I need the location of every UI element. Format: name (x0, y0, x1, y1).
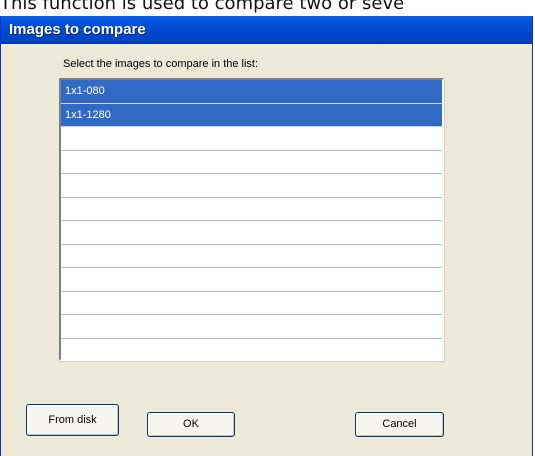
images-to-compare-dialog: Images to compare Select the images to c… (0, 16, 533, 456)
ok-button-label: OK (183, 418, 199, 430)
page: This function is used to compare two or … (0, 0, 535, 456)
list-item[interactable] (61, 292, 442, 315)
images-listbox[interactable]: 1x1-080 1x1-1280 (59, 78, 444, 361)
list-item[interactable] (61, 245, 442, 268)
ok-button[interactable]: OK (147, 412, 235, 437)
list-item[interactable] (61, 198, 442, 221)
list-item[interactable] (61, 315, 442, 339)
from-disk-button-label: From disk (48, 414, 97, 426)
list-item[interactable] (61, 268, 442, 292)
dialog-title: Images to compare (9, 21, 146, 38)
list-item[interactable]: 1x1-080 (61, 80, 442, 104)
list-item[interactable] (61, 151, 442, 174)
list-item[interactable] (61, 339, 442, 360)
list-item[interactable]: 1x1-1280 (61, 103, 442, 127)
list-item-label: 1x1-1280 (65, 108, 111, 121)
document-caption-text: This function is used to compare two or … (0, 0, 405, 14)
list-prompt-label: Select the images to compare in the list… (63, 58, 259, 70)
list-item[interactable] (61, 127, 442, 151)
cancel-button[interactable]: Cancel (355, 412, 444, 437)
cancel-button-label: Cancel (382, 418, 417, 430)
list-item-label: 1x1-080 (65, 85, 105, 97)
list-item[interactable] (61, 221, 442, 245)
from-disk-button[interactable]: From disk (26, 404, 119, 436)
list-item[interactable] (61, 174, 442, 198)
dialog-title-bar[interactable]: Images to compare (1, 16, 532, 44)
